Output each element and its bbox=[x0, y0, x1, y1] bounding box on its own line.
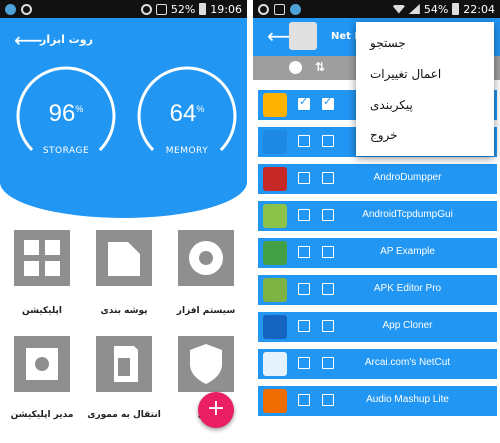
bag-icon bbox=[274, 3, 285, 15]
wifi-checkbox[interactable] bbox=[298, 246, 310, 258]
menu-item-apply-changes[interactable]: اعمال تغییرات bbox=[370, 67, 441, 81]
tile-label: سیستم افزار bbox=[176, 306, 236, 316]
app-icon bbox=[263, 167, 287, 191]
menu-item-configure[interactable]: پیکربندی bbox=[370, 98, 413, 112]
data-checkbox[interactable] bbox=[322, 95, 334, 110]
app-icon bbox=[263, 130, 287, 154]
wifi-checkbox[interactable] bbox=[298, 394, 310, 406]
sd-card-icon bbox=[114, 346, 138, 382]
root-tools-screen: 52% 19:06 ⟵ روت ابزار 96% STORAGE 64% ME… bbox=[0, 0, 247, 443]
app-row[interactable]: Audio Mashup Lite bbox=[258, 386, 497, 416]
tile-app-manager[interactable] bbox=[14, 336, 70, 392]
tile-move-to-sd[interactable] bbox=[96, 336, 152, 392]
folder-icon bbox=[108, 242, 140, 276]
app-name: APK Editor Pro bbox=[373, 283, 442, 294]
overflow-menu: جستجو اعمال تغییرات پیکربندی خروج bbox=[356, 22, 494, 156]
alarm-icon bbox=[140, 3, 152, 15]
wifi-checkbox[interactable] bbox=[298, 320, 310, 332]
app-icon bbox=[263, 93, 287, 117]
memory-label: MEMORY bbox=[165, 146, 209, 156]
gear-icon bbox=[189, 241, 223, 275]
tile-applications[interactable] bbox=[14, 230, 70, 286]
storage-label: STORAGE bbox=[42, 146, 90, 156]
app-name: AndroDumpper bbox=[373, 172, 442, 183]
grid-icon bbox=[24, 240, 60, 276]
app-icon bbox=[263, 315, 287, 339]
app-icon bbox=[263, 389, 287, 413]
telegram-icon bbox=[5, 3, 16, 15]
wifi-checkbox[interactable] bbox=[298, 172, 310, 184]
add-fab-button[interactable]: + bbox=[198, 392, 234, 428]
app-row[interactable]: App Cloner bbox=[258, 312, 497, 342]
app-icon bbox=[263, 241, 287, 265]
battery-percent: 52% bbox=[170, 2, 196, 16]
signal-icon bbox=[408, 4, 420, 14]
page-title: روت ابزار bbox=[40, 33, 93, 46]
storage-value: 96% bbox=[48, 100, 84, 127]
menu-item-search[interactable]: جستجو bbox=[370, 36, 406, 50]
app-icon bbox=[263, 278, 287, 302]
app-name: Audio Mashup Lite bbox=[366, 394, 449, 405]
battery-icon bbox=[452, 3, 460, 15]
clock: 22:04 bbox=[463, 2, 495, 16]
app-name: AP Example bbox=[380, 246, 435, 257]
tile-label: انتقال به مموری bbox=[87, 410, 161, 420]
app-icon bbox=[263, 352, 287, 376]
wifi-checkbox[interactable] bbox=[298, 209, 310, 221]
wifi-column-icon[interactable] bbox=[289, 61, 302, 74]
wifi-checkbox[interactable] bbox=[298, 283, 310, 295]
sim-icon bbox=[155, 3, 167, 15]
wifi-checkbox[interactable] bbox=[298, 135, 310, 147]
tile-label: پوشه بندی bbox=[100, 306, 148, 316]
battery-percent: 54% bbox=[423, 2, 449, 16]
app-icon bbox=[263, 204, 287, 228]
tile-label: مدیر اپلیکیشن bbox=[10, 410, 74, 420]
tile-folders[interactable] bbox=[96, 230, 152, 286]
app-row[interactable]: APK Editor Pro bbox=[258, 275, 497, 305]
memory-gauge: 64% MEMORY bbox=[133, 62, 241, 170]
tile-system-apps[interactable] bbox=[178, 230, 234, 286]
app-row[interactable]: AndroDumpper bbox=[258, 164, 497, 194]
menu-item-exit[interactable]: خروج bbox=[370, 128, 398, 142]
shield-wifi-icon bbox=[190, 344, 222, 384]
status-bar: 54% 22:04 bbox=[253, 0, 500, 18]
app-row[interactable]: AP Example bbox=[258, 238, 497, 268]
back-arrow-icon[interactable]: ⟵ bbox=[14, 28, 43, 52]
wifi-checkbox[interactable] bbox=[298, 357, 310, 369]
wifi-checkbox[interactable] bbox=[298, 95, 310, 110]
memory-value: 64% bbox=[169, 100, 205, 127]
app-row[interactable]: AndroidTcpdumpGui bbox=[258, 201, 497, 231]
whatsapp-icon bbox=[21, 3, 32, 15]
app-name: App Cloner bbox=[382, 320, 433, 331]
whatsapp-icon bbox=[258, 3, 269, 15]
app-name: Arcai.com's NetCut bbox=[364, 357, 451, 368]
app-logo-icon bbox=[289, 22, 317, 50]
data-checkbox[interactable] bbox=[322, 135, 334, 147]
app-manager-icon bbox=[26, 348, 58, 380]
telegram-icon bbox=[290, 3, 301, 15]
netfirewall-screen: 54% 22:04 ⟵ Net Fi ⇅ AndroDumpperAndroid… bbox=[253, 0, 500, 443]
wifi-icon bbox=[392, 4, 405, 14]
tile-firewall[interactable] bbox=[178, 336, 234, 392]
tile-label: اپلیکیشن bbox=[22, 306, 62, 316]
storage-gauge: 96% STORAGE bbox=[12, 62, 120, 170]
battery-icon bbox=[199, 3, 207, 15]
status-bar: 52% 19:06 bbox=[0, 0, 247, 18]
app-row[interactable]: Arcai.com's NetCut bbox=[258, 349, 497, 379]
clock: 19:06 bbox=[210, 2, 242, 16]
data-column-icon[interactable]: ⇅ bbox=[315, 60, 325, 74]
app-name: AndroidTcpdumpGui bbox=[362, 209, 453, 220]
